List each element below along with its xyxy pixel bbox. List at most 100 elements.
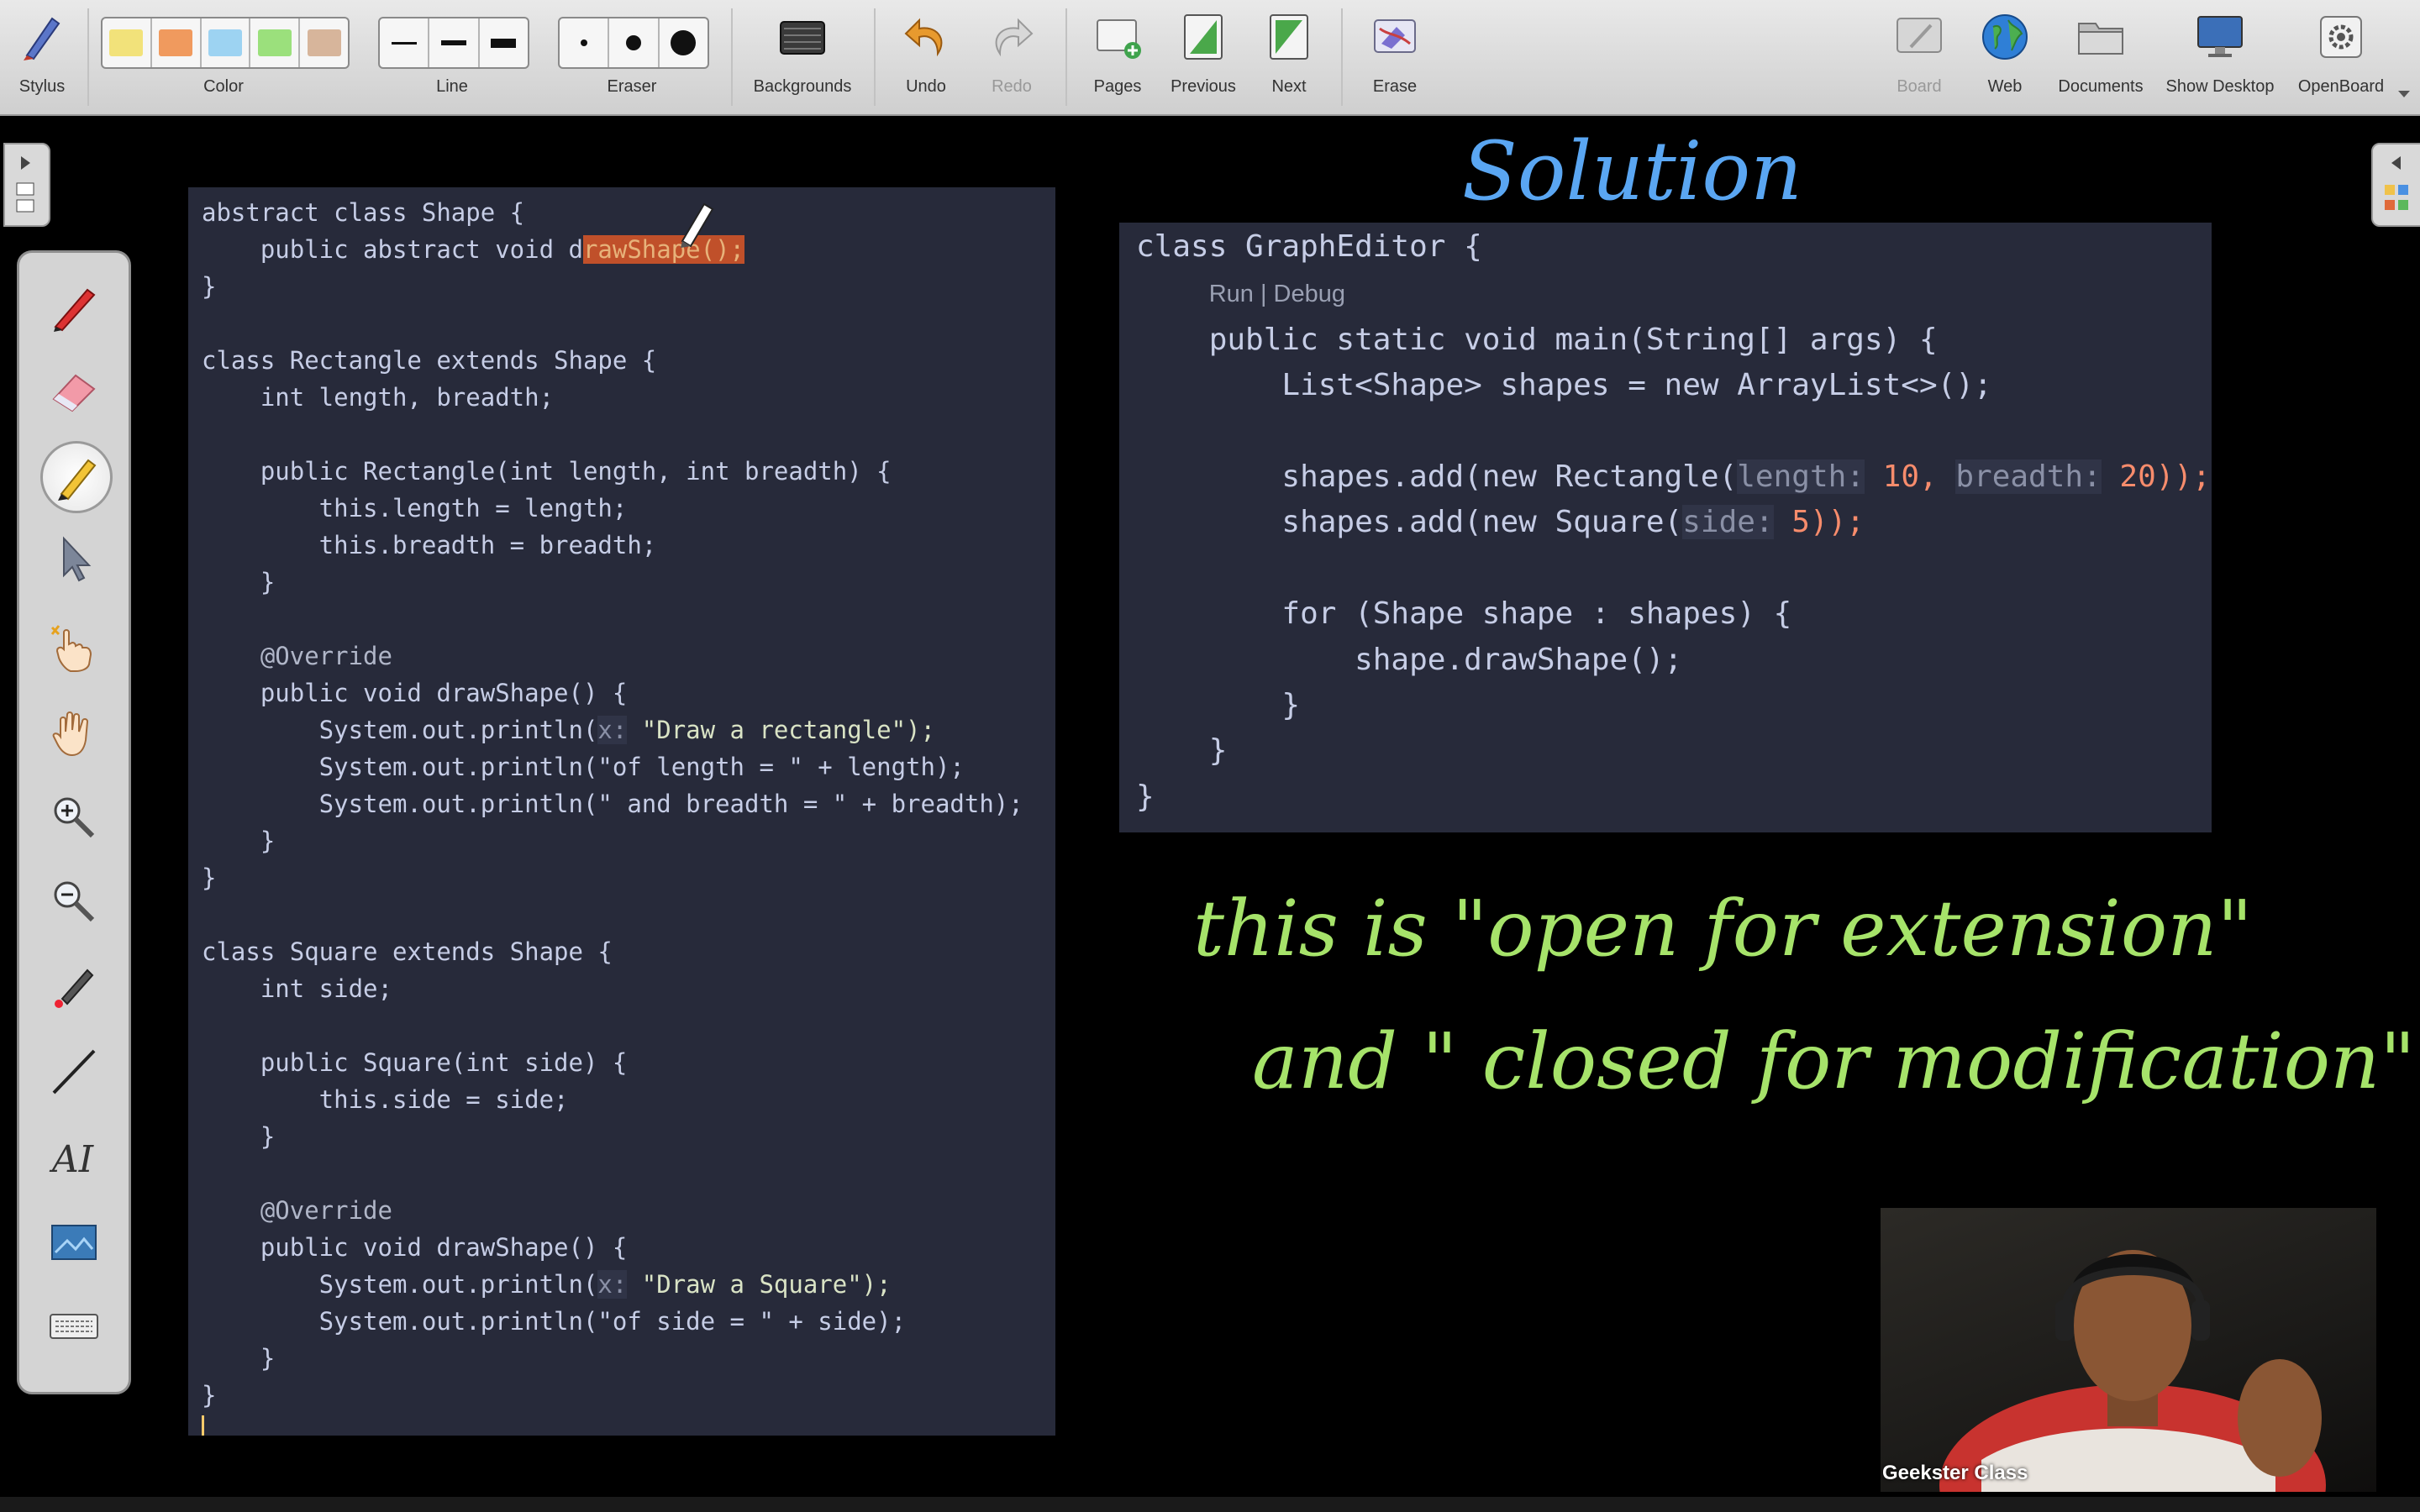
code-line: } (202, 1381, 217, 1410)
code-line: 5)); (1773, 505, 1865, 540)
code-line: public void drawShape() { (202, 1233, 628, 1262)
left-panel-toggle[interactable] (3, 143, 50, 227)
laser-pointer-tool[interactable] (40, 953, 108, 1021)
code-line: public static void main(String[] args) { (1136, 322, 1938, 357)
highlighted-method: rawShape(); (582, 235, 745, 264)
code-line: } (1136, 779, 1155, 814)
right-panel-toggle[interactable] (2371, 143, 2420, 227)
eraser-large[interactable] (660, 18, 708, 67)
zoom-out-tool[interactable] (40, 868, 108, 935)
hand-pan-tool[interactable] (40, 700, 108, 767)
toolbar-separator (1065, 8, 1067, 106)
code-line: } (202, 864, 217, 892)
webcam-caption: Geekster Class (1882, 1462, 2028, 1484)
chevron-right-icon (21, 156, 30, 170)
chevron-down-icon[interactable] (2396, 89, 2412, 99)
code-line: this.breadth = breadth; (202, 531, 657, 559)
code-block-shapes: abstract class Shape { public abstract v… (202, 194, 1023, 1414)
param-hint: x: (597, 716, 628, 744)
line-thin[interactable] (380, 18, 430, 67)
code-line: class Rectangle extends Shape { (202, 346, 657, 375)
selector-tool[interactable] (40, 525, 108, 592)
code-line: } (1136, 733, 1228, 769)
erase-board-icon (1374, 19, 1416, 53)
eraser-small[interactable] (560, 18, 610, 67)
page-thumbnails-icon (16, 182, 34, 213)
code-line: public abstract void d (202, 235, 583, 264)
code-line: 10, (1864, 459, 1956, 495)
code-line: System.out.println( (202, 716, 598, 744)
code-line: } (1136, 688, 1301, 723)
show-desktop-label: Show Desktop (2165, 77, 2275, 96)
eraser-medium[interactable] (609, 18, 660, 67)
code-line: int side; (202, 974, 392, 1003)
eraser-size-selector[interactable] (558, 17, 709, 69)
handwritten-note-line1: this is "open for extension" (1193, 884, 2253, 974)
webcam-overlay (1881, 1208, 2376, 1492)
zoom-in-tool[interactable] (40, 784, 108, 851)
code-line: List<Shape> shapes = new ArrayList<>(); (1136, 368, 1992, 403)
marker-tool[interactable] (40, 441, 113, 513)
code-line: @Override (202, 1196, 392, 1225)
interact-tool[interactable] (40, 614, 108, 681)
board-icon (1897, 18, 1942, 53)
code-line: this.side = side; (202, 1085, 569, 1114)
color-swatch-blue[interactable] (202, 18, 251, 67)
handwritten-note-line2: and " closed for modification" (1252, 1016, 2416, 1106)
eraser-tool[interactable] (40, 357, 108, 424)
pen-icon (54, 288, 96, 332)
bottom-bar (0, 1497, 2420, 1512)
next-page-icon (1270, 14, 1308, 60)
line-label: Line (436, 77, 468, 96)
tool-palette: AI (17, 250, 131, 1394)
code-line: public Rectangle(int length, int breadth… (202, 457, 892, 486)
top-toolbar: Stylus Color Line Eraser Backgrounds Und… (0, 0, 2420, 116)
code-line: shapes.add(new Square( (1136, 505, 1683, 540)
run-debug-codelens[interactable]: Run | Debug (1209, 281, 1345, 307)
color-swatch-yellow[interactable] (103, 18, 152, 67)
virtual-keyboard-tool[interactable] (40, 1293, 108, 1360)
zoom-out-icon (54, 881, 95, 922)
text-icon: AI (49, 1138, 95, 1181)
backgrounds-icon (780, 21, 825, 55)
svg-text:AI: AI (49, 1138, 95, 1181)
keyboard-icon (50, 1314, 98, 1339)
redo-label: Redo (992, 77, 1032, 96)
code-line: for (Shape shape : shapes) { (1136, 596, 1792, 632)
code-line: shape.drawShape(); (1136, 642, 1683, 677)
library-icon (2385, 185, 2408, 210)
code-line: @Override (202, 642, 392, 670)
erase-label: Erase (1372, 77, 1418, 96)
param-hint: breadth: (1955, 459, 2102, 495)
pointing-hand-icon (50, 625, 92, 672)
color-swatch-green[interactable] (250, 18, 301, 67)
code-line: } (202, 272, 217, 301)
code-line: } (202, 1122, 276, 1151)
line-thick[interactable] (480, 18, 528, 67)
code-line: System.out.println("of side = " + side); (202, 1307, 907, 1336)
previous-label: Previous (1171, 77, 1236, 96)
text-tool[interactable]: AI (40, 1123, 108, 1190)
code-line: int length, breadth; (202, 383, 555, 412)
undo-label: Undo (906, 77, 946, 96)
code-line: shapes.add(new Rectangle( (1136, 459, 1738, 495)
color-swatch-orange[interactable] (152, 18, 202, 67)
folder-icon (2078, 23, 2123, 55)
line-width-selector[interactable] (378, 17, 529, 69)
pen-tool[interactable] (40, 273, 108, 340)
capture-tool[interactable] (40, 1209, 108, 1276)
previous-page-icon (1184, 14, 1223, 60)
param-hint: x: (597, 1270, 628, 1299)
hand-icon (52, 711, 89, 757)
next-label: Next (1271, 77, 1307, 96)
code-line: System.out.println( (202, 1270, 598, 1299)
color-selector[interactable] (101, 17, 350, 69)
add-page-icon (1097, 19, 1141, 59)
line-tool[interactable] (40, 1037, 108, 1105)
color-label: Color (203, 77, 244, 96)
line-medium[interactable] (429, 18, 480, 67)
highlighter-icon (58, 459, 97, 501)
color-swatch-tan[interactable] (300, 18, 348, 67)
code-line: } (202, 1344, 276, 1373)
undo-icon (904, 18, 943, 57)
